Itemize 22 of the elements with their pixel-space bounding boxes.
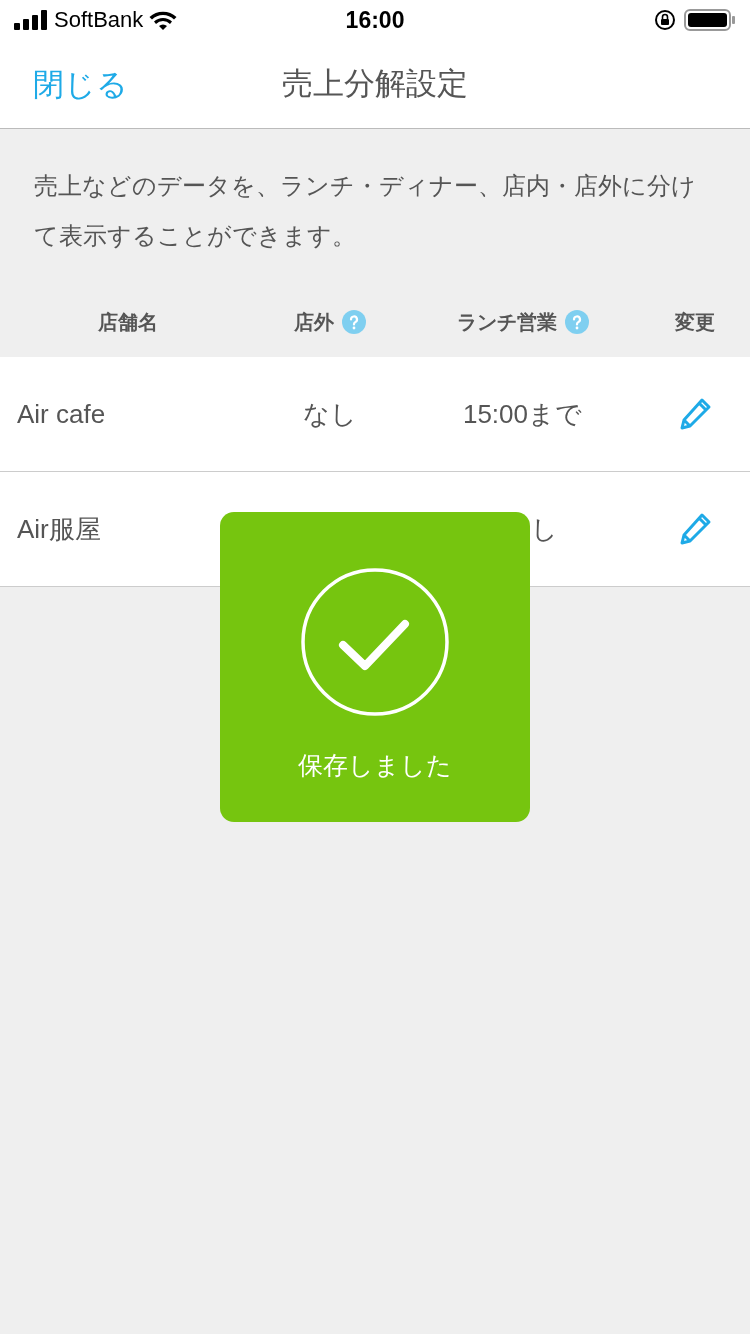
rotation-lock-icon xyxy=(654,9,676,31)
help-icon[interactable] xyxy=(342,310,366,334)
column-header: 店舗名 xyxy=(97,309,158,335)
clock-time: 16:00 xyxy=(345,6,405,34)
table-cell-text: なし xyxy=(302,397,358,431)
wifi-icon xyxy=(149,10,178,30)
help-icon[interactable] xyxy=(564,310,589,334)
column-header: 店外 xyxy=(294,309,334,335)
checkmark-icon xyxy=(300,567,450,717)
column-header: 変更 xyxy=(675,309,715,335)
close-link[interactable]: 閉じる xyxy=(33,64,128,106)
carrier-name: SoftBank xyxy=(54,7,144,33)
battery-icon xyxy=(684,9,736,31)
table-cell-text: Air服屋 xyxy=(16,512,102,546)
description-text: 売上などのデータを、ランチ・ディナー、店内・店外に分けて表示することができます。 xyxy=(34,171,697,251)
signal-icon xyxy=(14,10,48,30)
screen-title: 売上分解設定 xyxy=(282,65,468,103)
table-cell-text: 15:00まで xyxy=(461,397,584,431)
table-cell-text: Air cafe xyxy=(16,398,107,430)
table-cell-text: し xyxy=(530,512,559,546)
column-header: ランチ営業 xyxy=(456,309,557,335)
toast-message: 保存しました xyxy=(298,750,452,781)
